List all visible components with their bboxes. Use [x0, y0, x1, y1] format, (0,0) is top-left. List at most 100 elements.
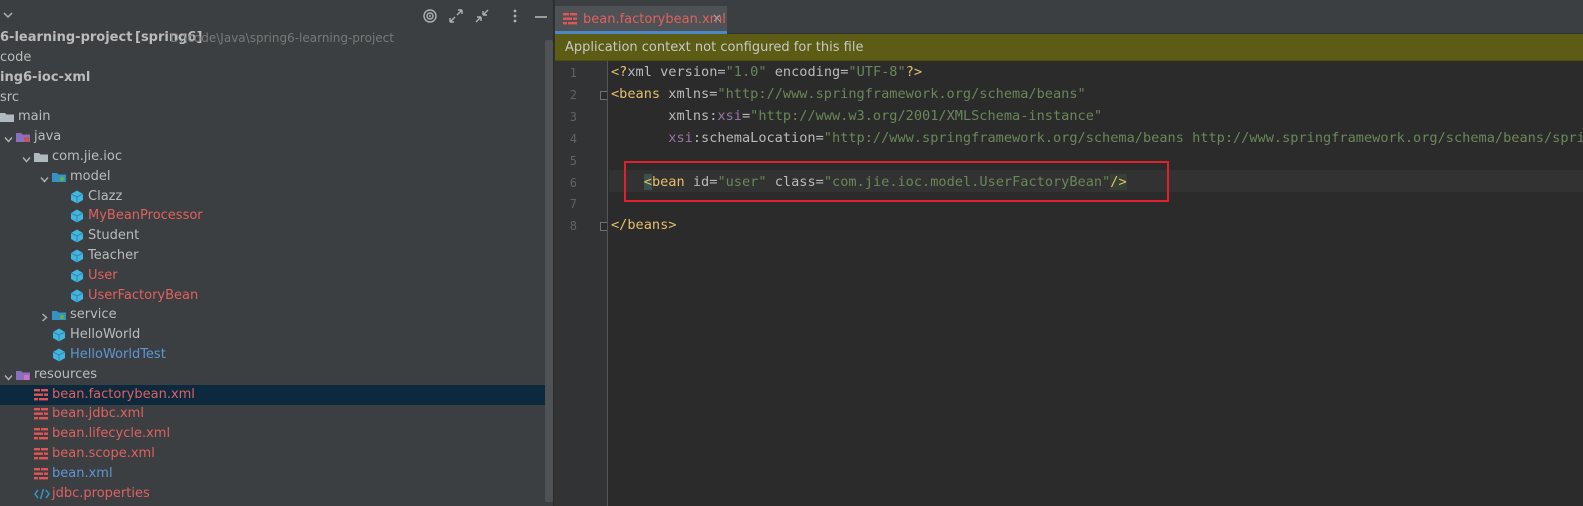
- tree-item[interactable]: jdbc.properties: [0, 484, 553, 504]
- more-options-icon[interactable]: [507, 8, 523, 24]
- chevron-down-icon[interactable]: [40, 173, 49, 183]
- resources-folder-icon: [16, 368, 30, 382]
- tree-item[interactable]: src: [0, 88, 553, 108]
- class-icon: [52, 328, 66, 342]
- tree-item[interactable]: ing6-ioc-xml: [0, 68, 553, 88]
- line-number: 4: [569, 131, 577, 146]
- close-icon[interactable]: ×: [712, 11, 722, 25]
- tree-item-label: MyBeanProcessor: [88, 208, 203, 224]
- code-token: version: [660, 64, 718, 80]
- chevron-down-icon[interactable]: [4, 133, 13, 143]
- code-line[interactable]: </beans>: [611, 214, 676, 236]
- code-token: xmlns: [611, 107, 710, 124]
- line-number: 8: [569, 219, 577, 234]
- project-root-name: 6-learning-project: [0, 30, 133, 45]
- class-icon: [70, 249, 84, 263]
- tree-item-label: jdbc.properties: [52, 485, 150, 501]
- tree-item[interactable]: HelloWorldTest: [0, 345, 553, 365]
- code-token: "UTF-8": [848, 64, 906, 80]
- chevron-down-icon[interactable]: [4, 371, 13, 381]
- tree-item-label: ing6-ioc-xml: [0, 69, 91, 85]
- tree-item[interactable]: User: [0, 266, 553, 286]
- line-number-gutter: 1 2 3 4 5 6 7 8: [555, 61, 609, 506]
- tree-item-label: model: [70, 168, 111, 184]
- notification-banner: Application context not configured for t…: [555, 34, 1583, 61]
- line-number: 6: [569, 175, 577, 190]
- tree-item[interactable]: code: [0, 48, 553, 68]
- tree-item[interactable]: bean.scope.xml: [0, 444, 553, 464]
- chevron-down-icon[interactable]: [2, 9, 14, 25]
- code-token: =: [815, 129, 824, 146]
- notification-text: Application context not configured for t…: [565, 40, 864, 55]
- tree-item[interactable]: bean.xml: [0, 464, 553, 484]
- code-line[interactable]: <beans xmlns="http://www.springframework…: [611, 83, 1086, 105]
- class-icon: [70, 289, 84, 303]
- code-token: :schemaLocation: [692, 129, 816, 146]
- package-icon: [52, 170, 66, 184]
- code-line[interactable]: <?xml version="1.0" encoding="UTF-8"?>: [611, 61, 922, 83]
- code-token: "http://www.springframework.org/schema/b…: [717, 85, 1086, 102]
- chevron-right-icon[interactable]: [40, 311, 49, 322]
- tree-item[interactable]: main: [0, 107, 553, 127]
- code-line[interactable]: xmlns:xsi="http://www.w3.org/2001/XMLSch…: [611, 105, 1102, 127]
- code-token: =: [717, 64, 726, 80]
- tree-item-label: bean.jdbc.xml: [52, 406, 144, 422]
- tree-item[interactable]: Teacher: [0, 246, 553, 266]
- tree-item-label: Clazz: [88, 188, 123, 204]
- tree-item[interactable]: bean.jdbc.xml: [0, 404, 553, 424]
- tree-item[interactable]: com.jie.ioc: [0, 147, 553, 167]
- tab-label: bean.factorybean.xml: [583, 12, 726, 27]
- project-scrollbar[interactable]: [545, 40, 553, 502]
- tree-item-label: Teacher: [88, 248, 139, 263]
- project-tool-window: 6-learning-project [spring6] D:\code\Jav…: [0, 0, 553, 506]
- tree-item[interactable]: resources: [0, 365, 553, 385]
- tree-item[interactable]: bean.lifecycle.xml: [0, 424, 553, 444]
- tree-item[interactable]: Clazz: [0, 187, 553, 207]
- code-token: <?: [611, 64, 628, 80]
- tree-item-label: service: [70, 307, 117, 323]
- tree-item[interactable]: java: [0, 127, 553, 147]
- chevron-down-icon[interactable]: [22, 153, 31, 163]
- tree-item-label: src: [0, 89, 19, 105]
- target-icon[interactable]: [422, 8, 438, 24]
- tree-item-label: java: [34, 129, 62, 145]
- tree-item-label: code: [0, 50, 32, 65]
- code-line[interactable]: xsi:schemaLocation="http://www.springfra…: [611, 127, 1583, 149]
- tree-item-label: bean.xml: [52, 465, 113, 481]
- project-root-row[interactable]: 6-learning-project [spring6] D:\code\Jav…: [0, 28, 553, 48]
- fold-gutter: [607, 61, 609, 506]
- tree-item[interactable]: service: [0, 305, 553, 325]
- class-icon: [70, 190, 84, 204]
- code-token: <beans: [611, 85, 661, 102]
- xml-file-icon: [34, 467, 48, 481]
- collapse-icon[interactable]: [474, 8, 490, 24]
- tree-item[interactable]: model: [0, 167, 553, 187]
- tree-item-label: HelloWorldTest: [70, 347, 166, 362]
- line-number: 3: [569, 109, 577, 124]
- code-token: xml: [627, 64, 661, 80]
- tree-item-label: Student: [88, 228, 140, 244]
- minimize-icon[interactable]: [533, 8, 549, 24]
- tree-item[interactable]: MyBeanProcessor: [0, 206, 553, 226]
- xml-file-icon: [34, 427, 48, 441]
- xml-file-icon: [34, 447, 48, 461]
- class-icon: [70, 229, 84, 243]
- highlight-annotation-box: [624, 161, 1169, 202]
- class-icon: [52, 348, 66, 362]
- tree-item[interactable]: UserFactoryBean: [0, 286, 553, 306]
- xml-file-icon: [563, 12, 577, 30]
- expand-icon[interactable]: [448, 8, 464, 24]
- tab-bean-factorybean-xml[interactable]: bean.factorybean.xml ×: [555, 6, 727, 34]
- package-icon: [52, 308, 66, 322]
- project-root-path: D:\code\Java\spring6-learning-project: [170, 31, 394, 45]
- tree-item[interactable]: Student: [0, 226, 553, 246]
- tree-item-label: User: [88, 267, 118, 283]
- xml-file-icon: [34, 388, 48, 402]
- project-toolbar: [0, 0, 553, 30]
- xml-file-icon: [34, 407, 48, 421]
- tree-item-label: bean.factorybean.xml: [52, 386, 195, 402]
- tree-item-label: main: [18, 109, 51, 125]
- tree-item[interactable]: bean.factorybean.xml: [0, 384, 553, 405]
- tree-item[interactable]: HelloWorld: [0, 325, 553, 345]
- folder-icon: [0, 110, 14, 124]
